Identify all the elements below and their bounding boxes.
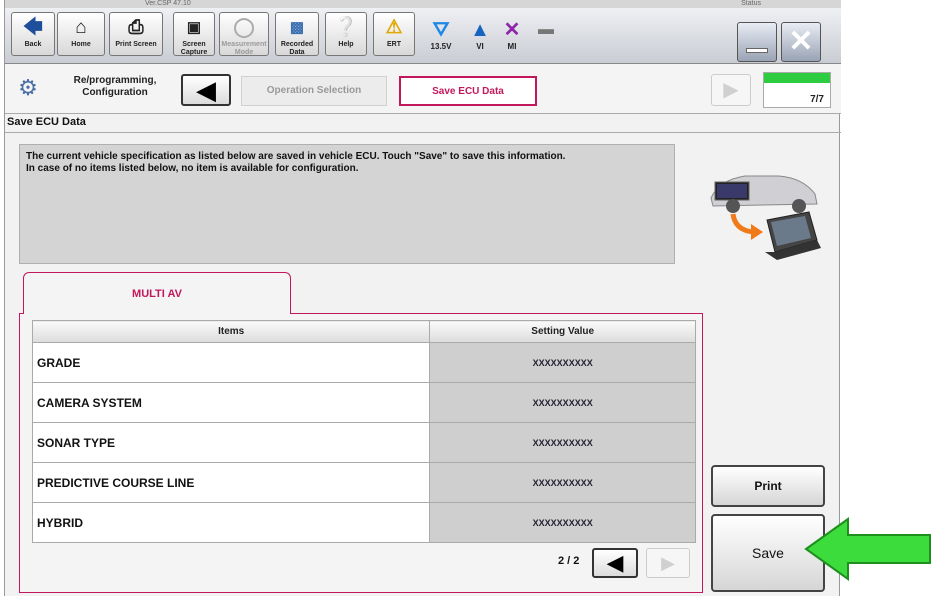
home-button[interactable]: ⌂ Home	[57, 12, 105, 56]
info-box: The current vehicle specification as lis…	[19, 144, 675, 264]
row-item: GRADE	[31, 342, 431, 383]
car-icon: ⛛	[432, 19, 450, 41]
meter-icon: ◯	[233, 17, 255, 38]
battery-status: ⛛ 13.5V	[423, 16, 459, 56]
connector-status: ▬	[531, 16, 561, 56]
reprogramming-label: Re/programming, Configuration	[73, 75, 157, 98]
row-value: XXXXXXXXXX	[429, 342, 696, 383]
row-value: XXXXXXXXXX	[429, 462, 696, 503]
home-label: Home	[71, 41, 91, 48]
x-mark-icon: ✕	[503, 19, 521, 41]
crumb-save-ecu-data[interactable]: Save ECU Data	[399, 76, 537, 106]
screen-capture-label: Screen Capture	[180, 41, 208, 56]
screen-capture-button[interactable]: ▣ Screen Capture	[173, 12, 215, 56]
warning-icon: ⚠	[385, 17, 403, 38]
info-line-1: The current vehicle specification as lis…	[26, 151, 566, 162]
row-value: XXXXXXXXXX	[429, 422, 696, 463]
column-header-setting-value: Setting Value	[429, 320, 696, 343]
progress-fill	[764, 73, 830, 83]
ert-label: ERT	[387, 41, 401, 48]
print-screen-button[interactable]: ⎙ Print Screen	[109, 12, 163, 56]
toolbar: 🡄 Back ⌂ Home ⎙ Print Screen ▣ Screen Ca…	[5, 8, 841, 64]
table-header-row: Items Setting Value	[31, 320, 696, 343]
back-button[interactable]: 🡄 Back	[11, 12, 55, 56]
home-icon: ⌂	[75, 17, 87, 38]
connector-icon: ▬	[538, 21, 554, 38]
table-row: HYBRID XXXXXXXXXX	[31, 502, 696, 543]
callout-arrow-icon	[804, 517, 931, 581]
table-row: CAMERA SYSTEM XXXXXXXXXX	[31, 382, 696, 423]
table-row: PREDICTIVE COURSE LINE XXXXXXXXXX	[31, 462, 696, 503]
signal-icon: ▲	[470, 19, 490, 41]
divider	[5, 132, 841, 133]
help-button[interactable]: ❔ Help	[325, 12, 367, 56]
right-triangle-icon: ▶	[661, 553, 675, 573]
status-text: Status	[741, 0, 761, 7]
row-item: PREDICTIVE COURSE LINE	[31, 462, 431, 503]
vi-status: ▲ VI	[467, 16, 493, 56]
minimize-icon	[746, 48, 768, 53]
help-icon: ❔	[334, 17, 358, 38]
settings-table: Items Setting Value GRADE XXXXXXXXXX CAM…	[31, 320, 696, 543]
back-label: Back	[24, 41, 42, 48]
page-indicator: 2 / 2	[558, 555, 580, 567]
info-line-2: In case of no items listed below, no ite…	[26, 163, 359, 174]
camera-icon: ▣	[186, 19, 202, 36]
column-header-items: Items	[31, 320, 431, 343]
help-label: Help	[338, 41, 354, 48]
print-screen-label: Print Screen	[115, 41, 157, 48]
breadcrumb: ⚙ Re/programming, Configuration ◀ Operat…	[5, 64, 841, 114]
ert-button[interactable]: ⚠ ERT	[373, 12, 415, 56]
close-icon: ✕	[788, 25, 814, 58]
progress-text: 7/7	[810, 94, 824, 105]
next-step-button[interactable]: ▶	[711, 74, 751, 106]
crumb-operation-selection[interactable]: Operation Selection	[241, 76, 387, 106]
page-title: Save ECU Data	[7, 116, 86, 128]
row-item: CAMERA SYSTEM	[31, 382, 431, 423]
app-window: Ver.CSP 47.10 Status 🡄 Back ⌂ Home ⎙ Pri…	[4, 0, 841, 596]
recorded-data-button[interactable]: ▩ Recorded Data	[275, 12, 319, 56]
close-button[interactable]: ✕	[781, 22, 821, 62]
row-item: SONAR TYPE	[31, 422, 431, 463]
wrench-icon: ⚙	[18, 75, 38, 100]
tab-multi-av[interactable]: MULTI AV	[23, 272, 291, 314]
row-value: XXXXXXXXXX	[429, 502, 696, 543]
row-value: XXXXXXXXXX	[429, 382, 696, 423]
mi-label: MI	[507, 42, 517, 51]
left-triangle-icon: ◀	[196, 75, 216, 105]
tab-join	[24, 312, 290, 315]
tab-panel: Items Setting Value GRADE XXXXXXXXXX CAM…	[19, 313, 703, 593]
previous-step-button[interactable]: ◀	[181, 74, 231, 106]
table-row: SONAR TYPE XXXXXXXXXX	[31, 422, 696, 463]
recorded-data-label: Recorded Data	[280, 41, 314, 56]
mi-status: ✕ MI	[499, 16, 525, 56]
printer-icon: ⎙	[128, 17, 144, 38]
left-triangle-icon: ◀	[606, 550, 624, 575]
battery-voltage: 13.5V	[430, 42, 452, 51]
page-next-button[interactable]: ▶	[646, 548, 690, 578]
measurement-mode-label: Measurement Mode	[221, 41, 267, 56]
version-text: Ver.CSP 47.10	[145, 0, 191, 7]
measurement-mode-button[interactable]: ◯ Measurement Mode	[219, 12, 269, 56]
page-prev-button[interactable]: ◀	[592, 548, 638, 578]
reprogramming-crumb[interactable]: ⚙ Re/programming, Configuration	[11, 70, 181, 108]
row-item: HYBRID	[31, 502, 431, 543]
right-triangle-icon: ▶	[723, 79, 739, 101]
recorded-data-icon: ▩	[289, 19, 305, 36]
minimize-button[interactable]	[737, 22, 777, 62]
version-strip: Ver.CSP 47.10 Status	[5, 0, 841, 8]
step-progress: 7/7	[763, 72, 831, 108]
vi-label: VI	[476, 42, 484, 51]
back-arrow-icon: 🡄	[23, 17, 43, 38]
car-laptop-illustration	[710, 175, 821, 260]
print-button[interactable]: Print	[711, 465, 825, 507]
table-row: GRADE XXXXXXXXXX	[31, 342, 696, 383]
